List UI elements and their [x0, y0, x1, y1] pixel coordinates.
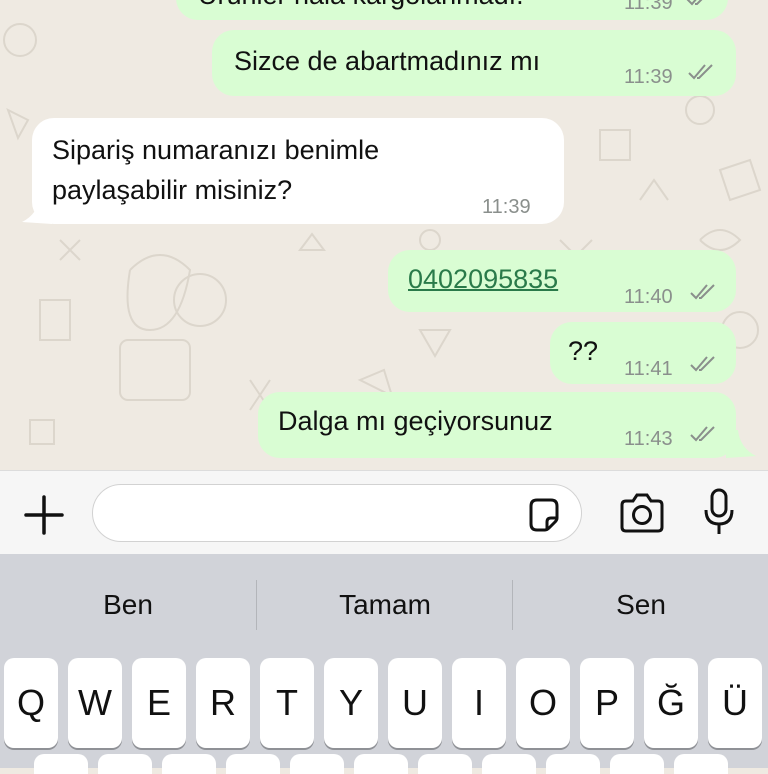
message-text-line-2: paylaşabilir misiniz?: [52, 175, 293, 205]
message-time: 11:43: [624, 428, 673, 450]
message-text-line-1: Sipariş numaranızı benimle: [52, 135, 380, 165]
message-input[interactable]: [92, 484, 582, 542]
double-check-icon: [688, 64, 713, 80]
key[interactable]: [674, 754, 728, 774]
key-w[interactable]: W: [68, 658, 122, 748]
key[interactable]: [482, 754, 536, 774]
mic-icon[interactable]: [702, 488, 736, 536]
key-i[interactable]: I: [452, 658, 506, 748]
plus-icon[interactable]: [22, 493, 66, 537]
message-text: Ürünler hala kargolanmadı.: [198, 0, 524, 12]
message-time: 11:39: [482, 196, 531, 218]
key-e[interactable]: E: [132, 658, 186, 748]
key[interactable]: [98, 754, 152, 774]
key-g-breve[interactable]: Ğ: [644, 658, 698, 748]
key[interactable]: [546, 754, 600, 774]
message-text: Dalga mı geçiyorsunuz: [278, 406, 553, 436]
message-text: ??: [568, 336, 599, 366]
message-bubble-outgoing[interactable]: Dalga mı geçiyorsunuz 11:43: [258, 392, 736, 458]
chat-area[interactable]: Ürünler hala kargolanmadı. 11:39 Sizce d…: [0, 0, 768, 470]
sticker-icon[interactable]: [525, 496, 563, 534]
key-row-2: [0, 754, 768, 774]
message-time: 11:41: [624, 358, 673, 380]
double-check-icon: [690, 356, 715, 372]
key[interactable]: [226, 754, 280, 774]
keyboard: Ben Tamam Sen Q W E R T Y U I O P Ğ Ü: [0, 554, 768, 774]
key-y[interactable]: Y: [324, 658, 378, 748]
message-time: 11:39: [624, 66, 673, 88]
message-bubble-outgoing[interactable]: Ürünler hala kargolanmadı. 11:39: [176, 0, 728, 20]
key-q[interactable]: Q: [4, 658, 58, 748]
camera-icon[interactable]: [618, 493, 666, 533]
message-time: 11:39: [624, 0, 673, 14]
key-p[interactable]: P: [580, 658, 634, 748]
key[interactable]: [290, 754, 344, 774]
message-bubble-outgoing[interactable]: 0402095835 11:40: [388, 250, 736, 312]
message-time: 11:40: [624, 286, 673, 308]
key[interactable]: [610, 754, 664, 774]
suggestion-bar: Ben Tamam Sen: [0, 554, 768, 656]
order-number-link[interactable]: 0402095835: [408, 262, 558, 296]
key[interactable]: [34, 754, 88, 774]
suggestion-item[interactable]: Tamam: [257, 580, 513, 630]
double-check-icon: [690, 284, 715, 300]
message-bubble-outgoing[interactable]: Sizce de abartmadınız mı 11:39: [212, 30, 736, 96]
double-check-icon: [686, 0, 703, 6]
double-check-icon: [690, 426, 715, 442]
key-u[interactable]: U: [388, 658, 442, 748]
key-t[interactable]: T: [260, 658, 314, 748]
key-u-umlaut[interactable]: Ü: [708, 658, 762, 748]
suggestion-item[interactable]: Sen: [513, 580, 768, 630]
key[interactable]: [162, 754, 216, 774]
message-input-bar: [0, 470, 768, 554]
message-bubble-incoming[interactable]: Sipariş numaranızı benimle paylaşabilir …: [32, 118, 564, 224]
key[interactable]: [354, 754, 408, 774]
key-r[interactable]: R: [196, 658, 250, 748]
message-bubble-outgoing[interactable]: ?? 11:41: [550, 322, 736, 384]
message-text: Sizce de abartmadınız mı: [234, 46, 541, 76]
key-o[interactable]: O: [516, 658, 570, 748]
suggestion-item[interactable]: Ben: [0, 580, 256, 630]
key[interactable]: [418, 754, 472, 774]
